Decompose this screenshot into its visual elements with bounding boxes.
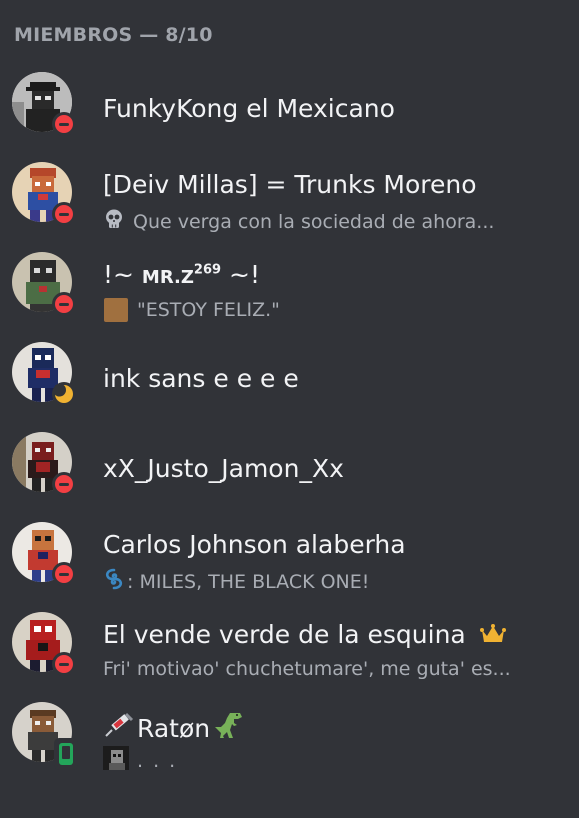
mobile-status-icon — [54, 738, 78, 770]
member-list-header: MIEMBROS — 8/10 — [14, 24, 213, 46]
member-item-el-vende-verde[interactable]: El vende verde de la esquina Fri' motiva… — [0, 600, 579, 684]
activity-text: "ESTOY FELIZ." — [137, 299, 280, 321]
dnd-status-icon — [52, 472, 76, 496]
member-activity: . . . — [103, 746, 177, 775]
member-item-carlos-johnson[interactable]: Carlos Johnson alaberha : MILES, THE BLA… — [0, 510, 579, 594]
avatar — [12, 522, 76, 586]
member-name: xX_Justo_Jamon_Xx — [103, 454, 344, 483]
member-name: ink sans e e e e — [103, 364, 299, 393]
member-activity: Fri' motivao' chuchetumare', me guta' es… — [103, 658, 511, 680]
member-item-raton[interactable]: Ratøn . . . — [0, 690, 579, 774]
dnd-status-icon — [52, 202, 76, 226]
avatar — [12, 162, 76, 226]
activity-text: Que verga con la sociedad de ahora... — [133, 210, 495, 233]
avatar — [12, 252, 76, 316]
idle-status-icon — [52, 382, 76, 406]
member-item-justo-jamon[interactable]: xX_Justo_Jamon_Xx — [0, 420, 579, 504]
dnd-status-icon — [52, 292, 76, 316]
dnd-status-icon — [52, 562, 76, 586]
activity-text: : MILES, THE BLACK ONE! — [127, 570, 370, 593]
cyclone-icon — [103, 568, 125, 595]
member-name: El vende verde de la esquina — [103, 620, 506, 651]
member-activity: : MILES, THE BLACK ONE! — [103, 568, 369, 595]
member-name: Carlos Johnson alaberha — [103, 530, 406, 559]
member-item-deiv-millas[interactable]: [Deiv Millas] = Trunks Moreno Que verga … — [0, 150, 579, 234]
activity-text: Fri' motivao' chuchetumare', me guta' es… — [103, 658, 511, 680]
avatar — [12, 702, 78, 770]
skull-icon — [103, 208, 125, 235]
member-item-funkykong[interactable]: FunkyKong el Mexicano — [0, 60, 579, 144]
member-activity: Que verga con la sociedad de ahora... — [103, 208, 494, 235]
member-name: [Deiv Millas] = Trunks Moreno — [103, 170, 477, 199]
avatar — [12, 432, 76, 496]
member-name: FunkyKong el Mexicano — [103, 94, 395, 123]
brown-square-icon — [103, 298, 129, 322]
member-activity: "ESTOY FELIZ." — [103, 298, 280, 322]
member-name: Ratøn — [103, 710, 244, 746]
custom-emoji-icon — [103, 746, 129, 775]
avatar — [12, 342, 76, 406]
avatar — [12, 612, 76, 676]
member-name: !~ MR.Z269 ~! — [103, 260, 260, 289]
member-item-mr-z[interactable]: !~ MR.Z269 ~! "ESTOY FELIZ." — [0, 240, 579, 324]
dnd-status-icon — [52, 112, 76, 136]
t-rex-icon — [212, 710, 244, 746]
syringe-icon — [103, 711, 135, 745]
avatar — [12, 72, 76, 136]
dnd-status-icon — [52, 652, 76, 676]
activity-text: . . . — [137, 749, 178, 772]
member-item-ink-sans[interactable]: ink sans e e e e — [0, 330, 579, 414]
crown-icon — [479, 622, 506, 651]
